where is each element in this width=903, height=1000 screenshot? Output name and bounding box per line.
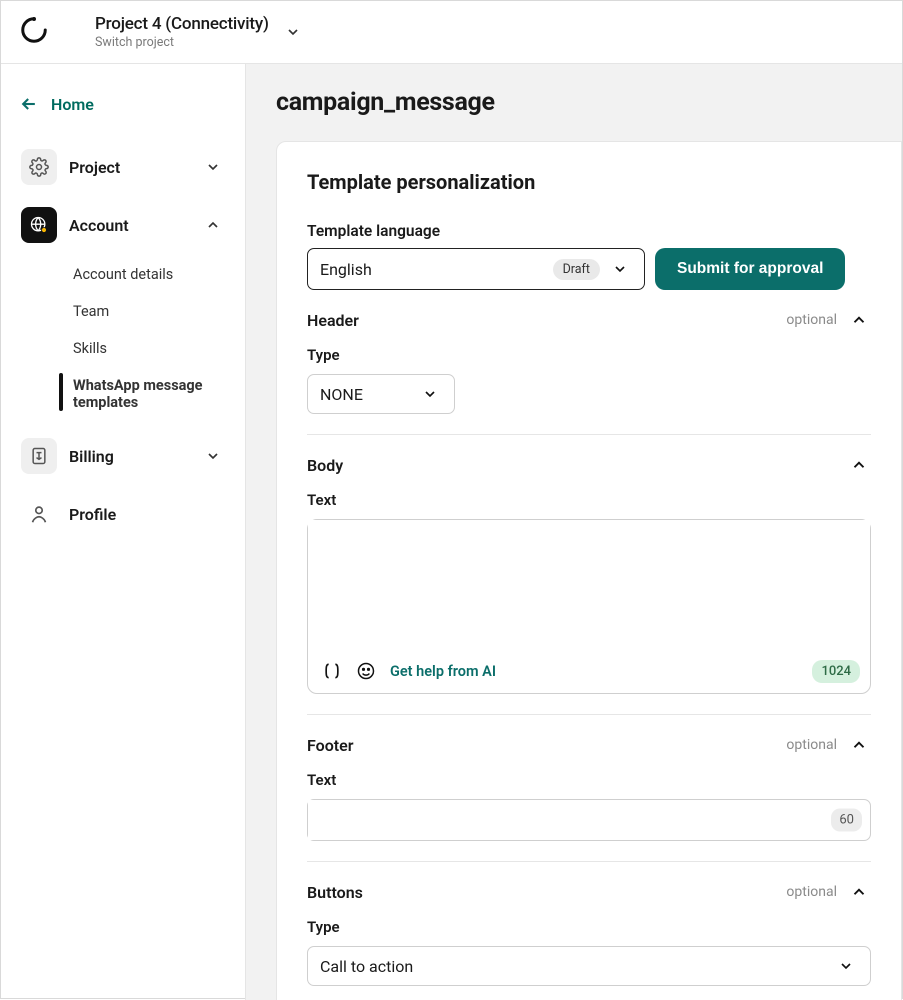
home-label: Home bbox=[51, 95, 94, 114]
template-language-label: Template language bbox=[307, 222, 871, 240]
footer-input-wrapper: 60 bbox=[307, 799, 871, 841]
chevron-up-icon bbox=[847, 453, 871, 477]
billing-icon bbox=[21, 438, 57, 474]
body-textarea-wrapper: Get help from AI 1024 bbox=[307, 519, 871, 694]
section-title: Header bbox=[307, 311, 359, 330]
chevron-down-icon bbox=[201, 444, 225, 468]
chevron-down-icon bbox=[281, 20, 305, 44]
subnav-account-details[interactable]: Account details bbox=[73, 256, 233, 293]
account-subnav: Account details Team Skills WhatsApp mes… bbox=[13, 256, 233, 421]
chevron-down-icon bbox=[418, 382, 442, 406]
footer-text-label: Text bbox=[307, 771, 871, 789]
buttons-section-toggle[interactable]: Buttons optional bbox=[307, 880, 871, 904]
brand-logo-icon bbox=[19, 15, 49, 49]
body-section-toggle[interactable]: Body bbox=[307, 453, 871, 477]
template-personalization-card: Template personalization Template langua… bbox=[276, 141, 902, 1000]
variable-icon[interactable] bbox=[322, 661, 342, 681]
subnav-item-label: WhatsApp message templates bbox=[73, 377, 233, 411]
home-link[interactable]: Home bbox=[13, 86, 233, 138]
gear-icon bbox=[21, 149, 57, 185]
active-indicator bbox=[59, 373, 63, 411]
sidebar-item-profile[interactable]: Profile bbox=[13, 485, 233, 543]
section-title: Footer bbox=[307, 736, 353, 755]
project-title: Project 4 (Connectivity) bbox=[95, 14, 269, 34]
body-char-count: 1024 bbox=[812, 660, 860, 683]
chevron-up-icon bbox=[847, 308, 871, 332]
header-type-label: Type bbox=[307, 346, 871, 364]
divider bbox=[307, 714, 871, 715]
chevron-down-icon bbox=[834, 954, 858, 978]
top-bar: Project 4 (Connectivity) Switch project bbox=[1, 1, 902, 64]
template-language-select[interactable]: English Draft bbox=[307, 248, 645, 290]
subnav-skills[interactable]: Skills bbox=[73, 330, 233, 367]
sidebar-item-label: Billing bbox=[69, 447, 189, 466]
project-switcher[interactable]: Project 4 (Connectivity) Switch project bbox=[95, 14, 305, 50]
buttons-type-value: Call to action bbox=[320, 957, 413, 976]
divider bbox=[307, 434, 871, 435]
main-content: campaign_message Template personalizatio… bbox=[246, 64, 902, 1000]
buttons-type-select[interactable]: Call to action bbox=[307, 946, 871, 986]
subnav-whatsapp-templates[interactable]: WhatsApp message templates bbox=[73, 367, 233, 421]
chevron-up-icon bbox=[201, 213, 225, 237]
sidebar-item-label: Profile bbox=[69, 505, 225, 524]
chevron-down-icon bbox=[201, 155, 225, 179]
optional-label: optional bbox=[786, 312, 837, 328]
body-text-label: Text bbox=[307, 491, 871, 509]
sidebar: Home Project Account Account details Tea… bbox=[1, 64, 246, 1000]
chevron-down-icon bbox=[608, 257, 632, 281]
profile-icon bbox=[21, 496, 57, 532]
header-section-toggle[interactable]: Header optional bbox=[307, 308, 871, 332]
optional-label: optional bbox=[786, 737, 837, 753]
sidebar-item-project[interactable]: Project bbox=[13, 138, 233, 196]
sidebar-item-account[interactable]: Account bbox=[13, 196, 233, 254]
sidebar-item-label: Project bbox=[69, 158, 189, 177]
chevron-up-icon bbox=[847, 733, 871, 757]
divider bbox=[307, 861, 871, 862]
submit-for-approval-button[interactable]: Submit for approval bbox=[655, 248, 845, 290]
sidebar-item-billing[interactable]: Billing bbox=[13, 427, 233, 485]
card-title: Template personalization bbox=[307, 170, 871, 194]
globe-gear-icon bbox=[21, 207, 57, 243]
emoji-icon[interactable] bbox=[356, 661, 376, 681]
section-title: Body bbox=[307, 456, 343, 475]
switch-project-label: Switch project bbox=[95, 35, 269, 50]
arrow-left-icon bbox=[19, 94, 39, 114]
buttons-type-label: Type bbox=[307, 918, 871, 936]
language-value: English bbox=[320, 260, 372, 279]
subnav-team[interactable]: Team bbox=[73, 293, 233, 330]
footer-text-input[interactable] bbox=[308, 800, 814, 840]
section-title: Buttons bbox=[307, 883, 363, 902]
optional-label: optional bbox=[786, 884, 837, 900]
page-title: campaign_message bbox=[246, 64, 902, 141]
footer-char-count: 60 bbox=[831, 809, 862, 832]
chevron-up-icon bbox=[847, 880, 871, 904]
sidebar-item-label: Account bbox=[69, 216, 189, 235]
header-type-value: NONE bbox=[320, 385, 363, 404]
footer-section-toggle[interactable]: Footer optional bbox=[307, 733, 871, 757]
body-text-input[interactable] bbox=[308, 520, 870, 644]
header-type-select[interactable]: NONE bbox=[307, 374, 455, 414]
status-badge: Draft bbox=[553, 259, 600, 280]
ai-help-link[interactable]: Get help from AI bbox=[390, 663, 496, 680]
